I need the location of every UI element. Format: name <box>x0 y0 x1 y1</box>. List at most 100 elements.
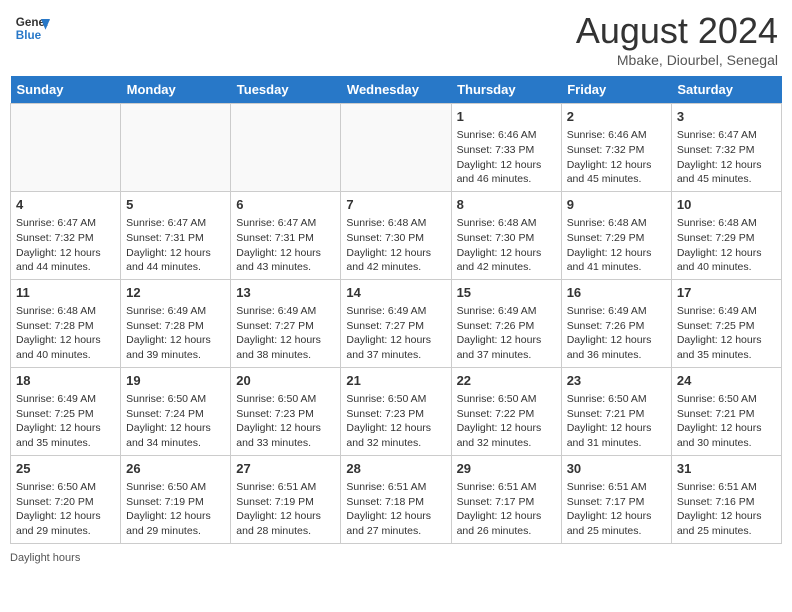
day-info-line: Sunset: 7:16 PM <box>677 495 776 510</box>
day-info-line: Sunrise: 6:49 AM <box>126 304 225 319</box>
day-info-line: Daylight: 12 hours and 33 minutes. <box>236 421 335 450</box>
calendar-cell: 26Sunrise: 6:50 AMSunset: 7:19 PMDayligh… <box>121 455 231 543</box>
day-info-line: Sunrise: 6:49 AM <box>457 304 556 319</box>
day-info-line: Sunset: 7:19 PM <box>126 495 225 510</box>
day-info-line: Daylight: 12 hours and 36 minutes. <box>567 333 666 362</box>
day-info-line: Sunset: 7:32 PM <box>567 143 666 158</box>
calendar-cell <box>11 104 121 192</box>
logo: General Blue <box>14 10 50 46</box>
day-info-line: Daylight: 12 hours and 42 minutes. <box>457 246 556 275</box>
day-info-line: Daylight: 12 hours and 32 minutes. <box>346 421 445 450</box>
day-info-line: Sunset: 7:31 PM <box>236 231 335 246</box>
calendar-cell: 30Sunrise: 6:51 AMSunset: 7:17 PMDayligh… <box>561 455 671 543</box>
day-info-line: Daylight: 12 hours and 29 minutes. <box>16 509 115 538</box>
day-info-line: Sunrise: 6:49 AM <box>677 304 776 319</box>
day-number: 3 <box>677 108 776 126</box>
calendar-cell: 12Sunrise: 6:49 AMSunset: 7:28 PMDayligh… <box>121 279 231 367</box>
day-info-line: Sunset: 7:27 PM <box>346 319 445 334</box>
day-info-line: Sunrise: 6:50 AM <box>236 392 335 407</box>
day-number: 21 <box>346 372 445 390</box>
calendar-cell: 1Sunrise: 6:46 AMSunset: 7:33 PMDaylight… <box>451 104 561 192</box>
calendar-cell: 9Sunrise: 6:48 AMSunset: 7:29 PMDaylight… <box>561 191 671 279</box>
calendar-cell: 24Sunrise: 6:50 AMSunset: 7:21 PMDayligh… <box>671 367 781 455</box>
day-info-line: Daylight: 12 hours and 27 minutes. <box>346 509 445 538</box>
day-info-line: Sunrise: 6:50 AM <box>567 392 666 407</box>
day-info-line: Sunset: 7:29 PM <box>677 231 776 246</box>
page-header: General Blue August 2024 Mbake, Diourbel… <box>10 10 782 68</box>
day-number: 14 <box>346 284 445 302</box>
day-number: 28 <box>346 460 445 478</box>
day-info-line: Daylight: 12 hours and 40 minutes. <box>677 246 776 275</box>
day-info-line: Sunset: 7:30 PM <box>346 231 445 246</box>
day-info-line: Sunset: 7:31 PM <box>126 231 225 246</box>
day-number: 15 <box>457 284 556 302</box>
calendar-cell: 13Sunrise: 6:49 AMSunset: 7:27 PMDayligh… <box>231 279 341 367</box>
calendar-cell: 27Sunrise: 6:51 AMSunset: 7:19 PMDayligh… <box>231 455 341 543</box>
day-info-line: Sunset: 7:28 PM <box>126 319 225 334</box>
day-info-line: Sunset: 7:26 PM <box>567 319 666 334</box>
location-subtitle: Mbake, Diourbel, Senegal <box>576 52 778 68</box>
day-info-line: Sunrise: 6:47 AM <box>16 216 115 231</box>
day-info-line: Sunset: 7:22 PM <box>457 407 556 422</box>
day-info-line: Sunrise: 6:48 AM <box>567 216 666 231</box>
day-info-line: Sunset: 7:23 PM <box>346 407 445 422</box>
day-info-line: Sunset: 7:24 PM <box>126 407 225 422</box>
calendar-cell: 15Sunrise: 6:49 AMSunset: 7:26 PMDayligh… <box>451 279 561 367</box>
day-info-line: Daylight: 12 hours and 38 minutes. <box>236 333 335 362</box>
day-info-line: Sunrise: 6:48 AM <box>677 216 776 231</box>
day-info-line: Sunset: 7:25 PM <box>677 319 776 334</box>
calendar-cell: 4Sunrise: 6:47 AMSunset: 7:32 PMDaylight… <box>11 191 121 279</box>
day-number: 9 <box>567 196 666 214</box>
day-info-line: Sunrise: 6:51 AM <box>346 480 445 495</box>
calendar-cell: 28Sunrise: 6:51 AMSunset: 7:18 PMDayligh… <box>341 455 451 543</box>
title-block: August 2024 Mbake, Diourbel, Senegal <box>576 10 778 68</box>
day-info-line: Sunrise: 6:50 AM <box>677 392 776 407</box>
logo-icon: General Blue <box>14 10 50 46</box>
day-info-line: Sunrise: 6:46 AM <box>457 128 556 143</box>
day-info-line: Sunset: 7:21 PM <box>567 407 666 422</box>
calendar-cell: 18Sunrise: 6:49 AMSunset: 7:25 PMDayligh… <box>11 367 121 455</box>
calendar-cell: 31Sunrise: 6:51 AMSunset: 7:16 PMDayligh… <box>671 455 781 543</box>
day-number: 26 <box>126 460 225 478</box>
day-info-line: Sunset: 7:17 PM <box>457 495 556 510</box>
column-header-wednesday: Wednesday <box>341 76 451 104</box>
day-number: 8 <box>457 196 556 214</box>
day-info-line: Sunrise: 6:51 AM <box>457 480 556 495</box>
day-info-line: Daylight: 12 hours and 30 minutes. <box>677 421 776 450</box>
day-info-line: Daylight: 12 hours and 42 minutes. <box>346 246 445 275</box>
day-info-line: Sunset: 7:29 PM <box>567 231 666 246</box>
day-number: 10 <box>677 196 776 214</box>
calendar-cell: 14Sunrise: 6:49 AMSunset: 7:27 PMDayligh… <box>341 279 451 367</box>
column-header-saturday: Saturday <box>671 76 781 104</box>
day-info-line: Sunrise: 6:48 AM <box>457 216 556 231</box>
day-number: 31 <box>677 460 776 478</box>
week-row-4: 18Sunrise: 6:49 AMSunset: 7:25 PMDayligh… <box>11 367 782 455</box>
day-info-line: Daylight: 12 hours and 46 minutes. <box>457 158 556 187</box>
calendar-cell: 2Sunrise: 6:46 AMSunset: 7:32 PMDaylight… <box>561 104 671 192</box>
day-number: 11 <box>16 284 115 302</box>
day-number: 16 <box>567 284 666 302</box>
calendar-header-row: SundayMondayTuesdayWednesdayThursdayFrid… <box>11 76 782 104</box>
calendar-cell: 6Sunrise: 6:47 AMSunset: 7:31 PMDaylight… <box>231 191 341 279</box>
daylight-label: Daylight hours <box>10 552 80 564</box>
footer: Daylight hours <box>10 552 782 564</box>
calendar-cell: 7Sunrise: 6:48 AMSunset: 7:30 PMDaylight… <box>341 191 451 279</box>
day-info-line: Sunset: 7:30 PM <box>457 231 556 246</box>
day-number: 4 <box>16 196 115 214</box>
day-info-line: Daylight: 12 hours and 25 minutes. <box>677 509 776 538</box>
calendar-cell: 21Sunrise: 6:50 AMSunset: 7:23 PMDayligh… <box>341 367 451 455</box>
calendar-cell: 16Sunrise: 6:49 AMSunset: 7:26 PMDayligh… <box>561 279 671 367</box>
day-info-line: Sunset: 7:19 PM <box>236 495 335 510</box>
day-info-line: Daylight: 12 hours and 37 minutes. <box>457 333 556 362</box>
day-info-line: Daylight: 12 hours and 29 minutes. <box>126 509 225 538</box>
day-info-line: Daylight: 12 hours and 35 minutes. <box>677 333 776 362</box>
week-row-3: 11Sunrise: 6:48 AMSunset: 7:28 PMDayligh… <box>11 279 782 367</box>
day-info-line: Sunrise: 6:49 AM <box>236 304 335 319</box>
day-info-line: Sunset: 7:17 PM <box>567 495 666 510</box>
calendar-cell: 8 Sunrise: 6:48 AMSunset: 7:30 PMDaylight… <box>451 191 561 279</box>
day-info-line: Daylight: 12 hours and 45 minutes. <box>677 158 776 187</box>
day-number: 18 <box>16 372 115 390</box>
day-info-line: Sunrise: 6:49 AM <box>346 304 445 319</box>
calendar-cell: 17Sunrise: 6:49 AMSunset: 7:25 PMDayligh… <box>671 279 781 367</box>
day-number: 27 <box>236 460 335 478</box>
